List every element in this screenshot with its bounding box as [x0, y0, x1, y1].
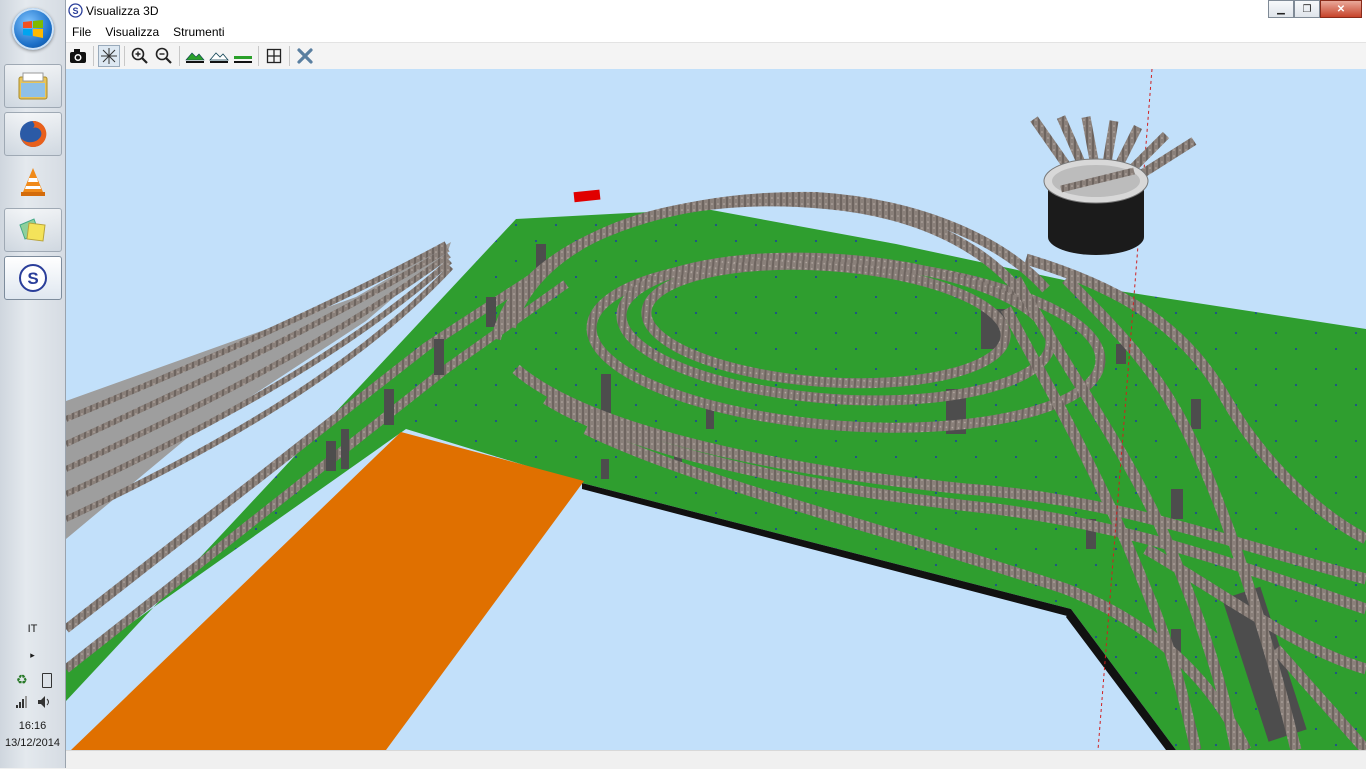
language-indicator[interactable]: IT	[0, 623, 65, 635]
snapshot-button[interactable]	[67, 45, 89, 67]
camera-icon	[70, 49, 86, 63]
flat-icon	[234, 56, 252, 63]
toolbar-separator	[258, 46, 259, 66]
close-view-button[interactable]	[294, 45, 316, 67]
fit-view-icon	[266, 48, 282, 64]
recycle-tray-icon[interactable]: ♻	[16, 672, 28, 690]
zoom-in-icon	[131, 47, 148, 64]
status-bar	[66, 750, 1366, 769]
windows-logo-icon	[23, 20, 43, 38]
s-app-icon: S	[19, 264, 47, 292]
svg-text:S: S	[27, 269, 38, 288]
tray-icons-2	[16, 696, 52, 712]
toolbar	[66, 43, 1366, 70]
toolbar-separator	[179, 46, 180, 66]
taskbar-vlc[interactable]	[4, 160, 62, 204]
zoom-out-icon	[155, 47, 172, 64]
taskbar-sticky-notes[interactable]	[4, 208, 62, 252]
terrain-down-button[interactable]	[208, 45, 230, 67]
close-button[interactable]: ✕	[1320, 0, 1362, 18]
toolbar-separator	[289, 46, 290, 66]
terrain-up-button[interactable]	[184, 45, 206, 67]
zoom-out-button[interactable]	[153, 45, 175, 67]
volume-icon[interactable]	[38, 696, 52, 708]
title-bar[interactable]: S Visualizza 3D ▁ ❐ ✕	[66, 0, 1366, 22]
terrain-down-icon	[209, 52, 229, 63]
window-title: Visualizza 3D	[86, 4, 159, 18]
taskbar-simulator[interactable]: S	[4, 256, 62, 300]
firefox-icon	[20, 120, 47, 147]
start-button[interactable]	[12, 8, 54, 50]
folder-icon	[18, 72, 48, 100]
notes-icon	[19, 218, 46, 242]
app-window: S Visualizza 3D ▁ ❐ ✕ File Visualizza St…	[66, 0, 1366, 769]
close-view-icon	[297, 48, 313, 64]
window-controls: ▁ ❐ ✕	[1268, 0, 1362, 18]
minimize-button[interactable]: ▁	[1268, 0, 1294, 18]
terrain-up-icon	[185, 52, 205, 63]
orbit-button[interactable]	[98, 45, 120, 67]
menu-strumenti[interactable]: Strumenti	[167, 25, 232, 39]
3d-viewport[interactable]	[66, 69, 1366, 750]
menu-visualizza[interactable]: Visualizza	[99, 25, 167, 39]
battery-icon[interactable]	[42, 673, 52, 688]
toolbar-separator	[93, 46, 94, 66]
clock-time[interactable]: 16:16	[0, 720, 65, 732]
svg-text:S: S	[72, 6, 78, 16]
tray-icons: ♻	[16, 672, 52, 690]
crosshair-icon	[101, 48, 117, 64]
toolbar-separator	[124, 46, 125, 66]
app-icon: S	[68, 3, 83, 18]
clock-date[interactable]: 13/12/2014	[0, 737, 65, 749]
menu-bar: File Visualizza Strumenti	[66, 22, 1366, 43]
taskbar: S IT ▸ ♻ 16:16 13/12/2014	[0, 0, 66, 768]
restore-button[interactable]: ❐	[1294, 0, 1320, 18]
menu-file[interactable]: File	[66, 25, 99, 39]
fit-view-button[interactable]	[263, 45, 285, 67]
layout-3d-scene[interactable]	[66, 69, 1366, 750]
zoom-in-button[interactable]	[129, 45, 151, 67]
signal-icon[interactable]	[16, 696, 30, 708]
taskbar-firefox[interactable]	[4, 112, 62, 156]
taskbar-file-manager[interactable]	[4, 64, 62, 108]
show-hidden-icons[interactable]: ▸	[0, 650, 65, 661]
vlc-cone-icon	[21, 168, 45, 196]
flat-terrain-button[interactable]	[232, 45, 254, 67]
